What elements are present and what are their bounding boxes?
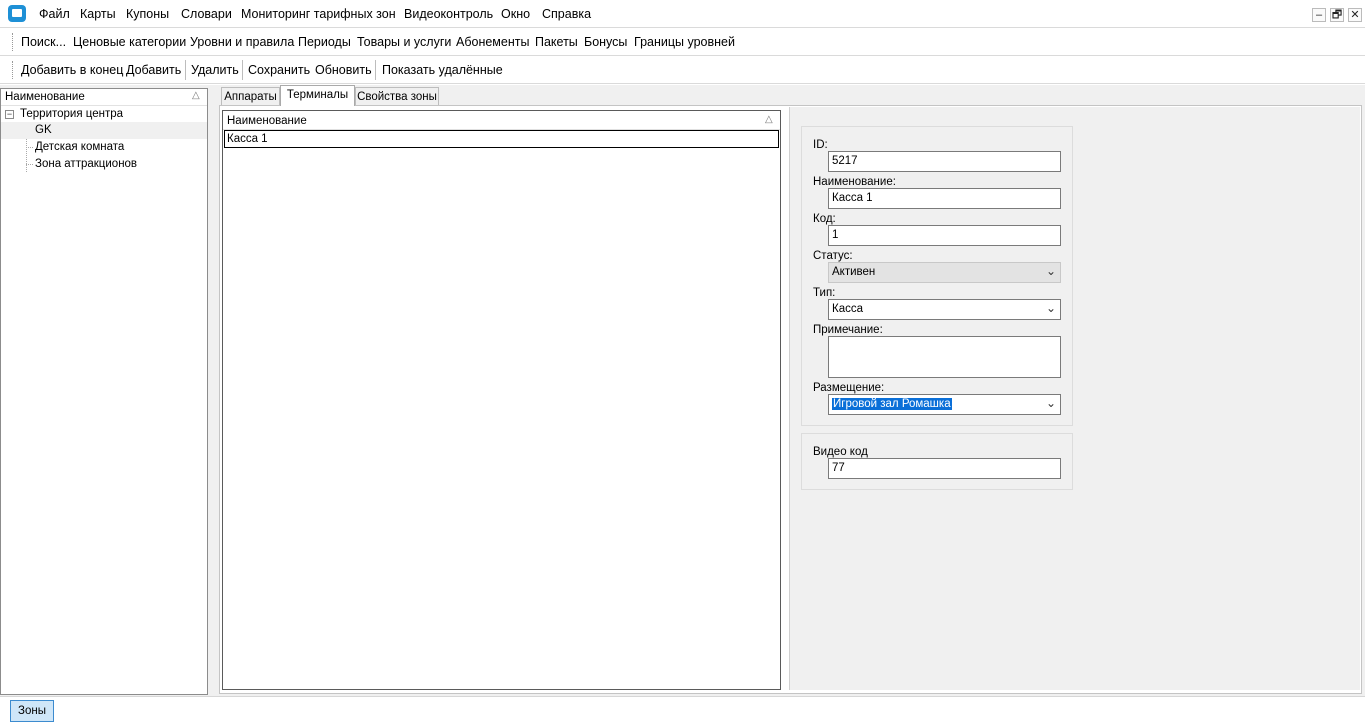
delete-button[interactable]: Удалить <box>191 63 239 77</box>
toolbar-separator <box>375 60 376 80</box>
toolbar-grip[interactable] <box>12 61 15 79</box>
type-label: Тип: <box>813 287 836 299</box>
video-code-label: Видео код <box>813 446 868 458</box>
tab-zone-properties[interactable]: Свойства зоны <box>355 87 439 106</box>
search-button[interactable]: Поиск... <box>21 35 66 49</box>
toolbar-grip[interactable] <box>12 33 15 51</box>
tab-terminals[interactable]: Терминалы <box>280 85 355 106</box>
grid-column-header[interactable]: Наименование △ <box>223 111 780 130</box>
type-value: Касса <box>832 303 863 315</box>
tree-node-label: Зона аттракционов <box>35 158 138 170</box>
panel-splitter[interactable] <box>210 88 216 695</box>
code-label: Код: <box>813 213 836 225</box>
placement-value: Игровой зал Ромашка <box>832 398 952 410</box>
packages-button[interactable]: Пакеты <box>535 35 578 49</box>
tree-node-label: Территория центра <box>20 108 124 120</box>
name-field[interactable]: Касса 1 <box>828 188 1061 209</box>
tree-node-label: GK <box>35 124 52 136</box>
menu-file[interactable]: Файл <box>39 7 70 21</box>
close-icon[interactable]: ✕ <box>1348 8 1362 22</box>
status-label: Статус: <box>813 250 853 262</box>
status-value: Активен <box>832 266 876 278</box>
levels-rules-button[interactable]: Уровни и правила <box>190 35 294 49</box>
level-bounds-button[interactable]: Границы уровней <box>634 35 735 49</box>
app-logo-icon <box>8 5 26 22</box>
toolbar-separator <box>242 60 243 80</box>
nav-toolbar: Поиск... Ценовые категории Уровни и прав… <box>0 28 1365 56</box>
name-label: Наименование: <box>813 176 896 188</box>
menu-coupons[interactable]: Купоны <box>126 7 169 21</box>
placement-label: Размещение: <box>813 382 885 394</box>
code-field[interactable]: 1 <box>828 225 1061 246</box>
menu-cards[interactable]: Карты <box>80 7 116 21</box>
goods-services-button[interactable]: Товары и услуги <box>357 35 451 49</box>
menu-video-control[interactable]: Видеоконтроль <box>404 7 493 21</box>
status-select[interactable]: Активен ⌄ <box>828 262 1061 283</box>
zones-window-button[interactable]: Зоны <box>10 700 54 722</box>
tree-node-attractions[interactable]: Зона аттракционов <box>1 156 207 173</box>
toolbar-separator <box>185 60 186 80</box>
collapse-icon[interactable]: − <box>5 110 14 119</box>
sort-asc-icon: △ <box>192 90 200 101</box>
video-code-field[interactable]: 77 <box>828 458 1061 479</box>
table-row[interactable]: Касса 1 <box>224 130 779 148</box>
tab-devices[interactable]: Аппараты <box>221 87 280 106</box>
chevron-down-icon: ⌄ <box>1045 264 1056 278</box>
placement-select[interactable]: Игровой зал Ромашка ⌄ <box>828 394 1061 415</box>
menu-window[interactable]: Окно <box>501 7 530 21</box>
grid-header-label: Наименование <box>227 115 307 127</box>
periods-button[interactable]: Периоды <box>298 35 351 49</box>
add-to-end-button[interactable]: Добавить в конец <box>21 63 123 77</box>
action-toolbar: Добавить в конец Добавить Удалить Сохран… <box>0 56 1365 84</box>
menu-bar: Файл Карты Купоны Словари Мониторинг тар… <box>0 0 1365 28</box>
terminals-grid[interactable]: Наименование △ Касса 1 <box>222 110 781 690</box>
tree-header-label: Наименование <box>5 91 85 103</box>
window-taskbar: Зоны <box>0 696 1365 726</box>
chevron-down-icon: ⌄ <box>1045 301 1056 315</box>
menu-tariff-monitoring[interactable]: Мониторинг тарифных зон <box>241 7 396 21</box>
minimize-icon[interactable]: – <box>1312 8 1326 22</box>
tree-node-label: Детская комната <box>35 141 125 153</box>
id-label: ID: <box>813 139 828 151</box>
show-deleted-button[interactable]: Показать удалённые <box>382 63 503 77</box>
price-categories-button[interactable]: Ценовые категории <box>73 35 186 49</box>
menu-help[interactable]: Справка <box>542 7 591 21</box>
menu-dictionaries[interactable]: Словари <box>181 7 232 21</box>
grid-cell-name: Касса 1 <box>227 133 268 145</box>
tree-node-gk[interactable]: GK <box>1 122 207 139</box>
sort-asc-icon: △ <box>765 114 773 125</box>
type-select[interactable]: Касса ⌄ <box>828 299 1061 320</box>
refresh-button[interactable]: Обновить <box>315 63 372 77</box>
tree-node-kids-room[interactable]: Детская комната <box>1 139 207 156</box>
subscriptions-button[interactable]: Абонементы <box>456 35 529 49</box>
note-label: Примечание: <box>813 324 883 336</box>
note-field[interactable] <box>828 336 1061 378</box>
zones-tree[interactable]: Наименование △ − Территория центра GK Де… <box>0 88 208 695</box>
bonuses-button[interactable]: Бонусы <box>584 35 627 49</box>
id-field[interactable]: 5217 <box>828 151 1061 172</box>
chevron-down-icon: ⌄ <box>1045 396 1056 410</box>
tree-node-root[interactable]: − Территория центра <box>1 106 207 123</box>
save-button[interactable]: Сохранить <box>248 63 310 77</box>
tree-column-header[interactable]: Наименование △ <box>1 89 207 106</box>
restore-icon[interactable]: 🗗 <box>1330 8 1344 22</box>
add-button[interactable]: Добавить <box>126 63 181 77</box>
